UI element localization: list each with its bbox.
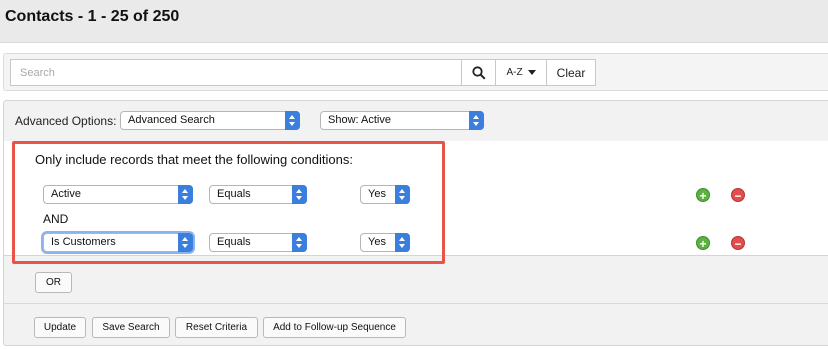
conditions-title: Only include records that meet the follo… (35, 152, 353, 167)
criteria-operator-select[interactable]: Equals (209, 233, 307, 252)
update-button[interactable]: Update (34, 317, 86, 338)
select-arrows-icon (178, 185, 193, 204)
criteria-value-select[interactable]: Yes (360, 233, 410, 252)
select-arrows-icon (469, 111, 484, 130)
criteria-value-value: Yes (368, 236, 386, 248)
plus-icon: + (699, 237, 707, 251)
and-join-label: AND (43, 212, 69, 226)
show-filter-value: Show: Active (328, 114, 391, 126)
add-condition-button[interactable]: + (696, 188, 710, 203)
select-arrows-icon (292, 185, 307, 204)
criteria-value-value: Yes (368, 188, 386, 200)
select-arrows-icon (395, 185, 410, 204)
search-icon (472, 66, 486, 80)
clear-button[interactable]: Clear (546, 59, 596, 86)
search-button[interactable] (461, 59, 496, 86)
advanced-mode-select[interactable]: Advanced Search (120, 111, 300, 130)
remove-condition-button[interactable]: − (731, 188, 745, 203)
criteria-field-value: Active (51, 188, 81, 200)
criteria-field-select[interactable]: Is Customers (43, 233, 193, 252)
select-arrows-icon (285, 111, 300, 130)
sort-label: A-Z (506, 67, 523, 78)
select-arrows-icon (292, 233, 307, 252)
page-title: Contacts - 1 - 25 of 250 (5, 8, 180, 25)
criteria-value-select[interactable]: Yes (360, 185, 410, 204)
remove-condition-button[interactable]: − (731, 236, 745, 251)
reset-criteria-button[interactable]: Reset Criteria (175, 317, 258, 338)
criteria-field-select[interactable]: Active (43, 185, 193, 204)
show-filter-select[interactable]: Show: Active (320, 111, 484, 130)
caret-down-icon (527, 70, 536, 75)
advanced-mode-value: Advanced Search (128, 114, 215, 126)
minus-icon: − (734, 189, 742, 203)
minus-icon: − (734, 237, 742, 251)
or-button[interactable]: OR (35, 272, 72, 293)
criteria-operator-select[interactable]: Equals (209, 185, 307, 204)
save-search-button[interactable]: Save Search (92, 317, 170, 338)
sort-dropdown[interactable]: A-Z (495, 59, 547, 86)
select-arrows-icon (178, 233, 193, 252)
add-condition-button[interactable]: + (696, 236, 710, 251)
plus-icon: + (699, 189, 707, 203)
criteria-operator-value: Equals (217, 236, 251, 248)
add-to-followup-button[interactable]: Add to Follow-up Sequence (263, 317, 406, 338)
footer-divider (4, 303, 828, 304)
criteria-operator-value: Equals (217, 188, 251, 200)
advanced-options-label: Advanced Options: (15, 114, 117, 128)
search-input[interactable] (10, 59, 462, 86)
criteria-field-value: Is Customers (51, 236, 116, 248)
select-arrows-icon (395, 233, 410, 252)
